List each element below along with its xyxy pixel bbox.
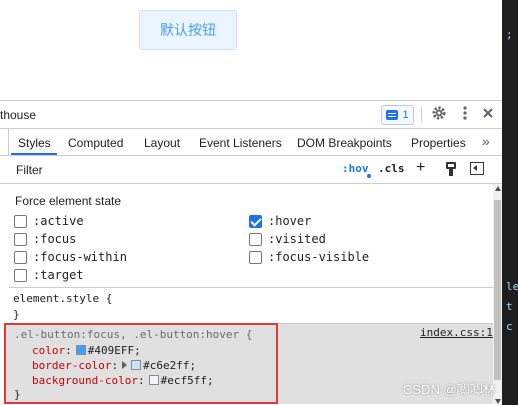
tab-styles[interactable]: Styles xyxy=(18,136,51,150)
filter-input[interactable] xyxy=(12,160,330,180)
active-tab-indicator xyxy=(11,153,57,155)
state-focus-within[interactable]: :focus-within xyxy=(14,250,127,264)
property-name: background-color xyxy=(32,374,138,387)
message-icon xyxy=(386,110,399,120)
tab-layout[interactable]: Layout xyxy=(144,136,180,150)
editor-strip: ; le t c xyxy=(502,0,518,405)
state-focus-visible[interactable]: :focus-visible xyxy=(249,250,369,264)
declaration-color[interactable]: color: #409EFF; xyxy=(32,344,141,357)
state-label: :target xyxy=(33,268,84,282)
property-name: border-color xyxy=(32,359,112,372)
el-button-hover-rule[interactable]: .el-button:focus, .el-button:hover { col… xyxy=(4,323,278,404)
element-style-close: } xyxy=(13,308,20,321)
rule-close-brace: } xyxy=(14,388,21,401)
checkbox-visited[interactable] xyxy=(249,232,262,246)
checkbox-focus-within[interactable] xyxy=(14,250,27,264)
state-label: :focus-visible xyxy=(268,250,370,264)
close-icon[interactable] xyxy=(479,105,497,125)
styles-tabbar: Styles Computed Layout Event Listeners D… xyxy=(0,129,502,156)
declaration-border-color[interactable]: border-color: #c6e2ff; xyxy=(32,359,196,372)
state-target[interactable]: :target xyxy=(14,268,84,282)
pane-divider xyxy=(8,129,9,156)
checkbox-hover[interactable] xyxy=(249,214,262,228)
devtools-panel: thouse 1 Styles Computed Layout Event Li… xyxy=(0,100,502,405)
messages-badge[interactable]: 1 xyxy=(381,105,414,125)
state-label: :active xyxy=(33,214,84,228)
watermark: CSDN @唧唧林 xyxy=(403,382,496,397)
toolbar-divider xyxy=(421,107,422,123)
editor-fragment: le xyxy=(506,280,518,293)
expand-triangle-icon[interactable] xyxy=(122,361,128,369)
declaration-background-color[interactable]: background-color: #ecf5ff; xyxy=(32,374,214,387)
color-swatch[interactable] xyxy=(75,345,86,355)
scroll-up-icon[interactable] xyxy=(495,186,501,191)
rule-selector: .el-button:focus, .el-button:hover { xyxy=(14,328,253,341)
tab-properties[interactable]: Properties xyxy=(411,136,466,150)
state-focus[interactable]: :focus xyxy=(14,232,76,246)
tab-event-listeners[interactable]: Event Listeners xyxy=(199,136,282,150)
state-active[interactable]: :active xyxy=(14,214,84,228)
force-state-section: Force element state :active :hover :focu… xyxy=(9,185,491,285)
state-label: :focus xyxy=(33,232,77,246)
default-button[interactable]: 默认按钮 xyxy=(139,10,237,50)
editor-fragment: c xyxy=(506,320,513,333)
more-options-icon[interactable] xyxy=(456,105,474,125)
hov-active-dot xyxy=(367,174,371,178)
gear-icon[interactable] xyxy=(430,105,448,125)
color-swatch[interactable] xyxy=(148,375,159,385)
messages-count: 1 xyxy=(402,109,409,121)
checkbox-focus[interactable] xyxy=(14,232,27,246)
state-label: :focus-within xyxy=(33,250,127,264)
tab-computed[interactable]: Computed xyxy=(68,136,123,150)
state-visited[interactable]: :visited xyxy=(249,232,326,246)
scrollbar-thumb[interactable] xyxy=(494,200,501,380)
more-tabs-icon[interactable]: » xyxy=(482,133,490,149)
editor-fragment: ; xyxy=(506,28,513,41)
tab-dom-breakpoints[interactable]: DOM Breakpoints xyxy=(297,136,392,150)
element-style-rule[interactable]: element.style { } xyxy=(9,287,493,323)
element-style-selector: element.style { xyxy=(13,292,113,305)
property-value[interactable]: #409EFF xyxy=(88,344,134,357)
state-label: :hover xyxy=(268,214,312,228)
editor-fragment: t xyxy=(506,300,513,313)
new-rule-button[interactable]: + xyxy=(416,159,425,177)
toggle-sidebar-icon[interactable] xyxy=(470,161,484,177)
property-value[interactable]: #c6e2ff xyxy=(143,359,189,372)
scroll-down-icon[interactable] xyxy=(495,399,501,404)
checkbox-active[interactable] xyxy=(14,214,27,228)
source-link[interactable]: index.css:1 xyxy=(420,326,493,339)
force-state-title: Force element state xyxy=(15,194,122,208)
styles-filterbar: :hov .cls + xyxy=(0,156,502,184)
checkbox-target[interactable] xyxy=(14,268,27,282)
cls-toggle[interactable]: .cls xyxy=(378,162,405,175)
color-swatch[interactable] xyxy=(131,360,142,370)
styles-scrollbar[interactable] xyxy=(493,184,502,405)
state-label: :visited xyxy=(268,232,326,246)
checkbox-focus-visible[interactable] xyxy=(249,250,262,264)
property-value[interactable]: #ecf5ff xyxy=(161,374,207,387)
page-preview: 默认按钮 xyxy=(0,0,518,100)
hov-toggle[interactable]: :hov xyxy=(342,162,369,175)
devtools-toolbar: thouse 1 xyxy=(0,101,502,129)
rendering-emulation-icon[interactable] xyxy=(444,161,458,177)
lighthouse-tab[interactable]: thouse xyxy=(0,108,36,122)
state-hover[interactable]: :hover xyxy=(249,214,311,228)
property-name: color xyxy=(32,344,66,357)
